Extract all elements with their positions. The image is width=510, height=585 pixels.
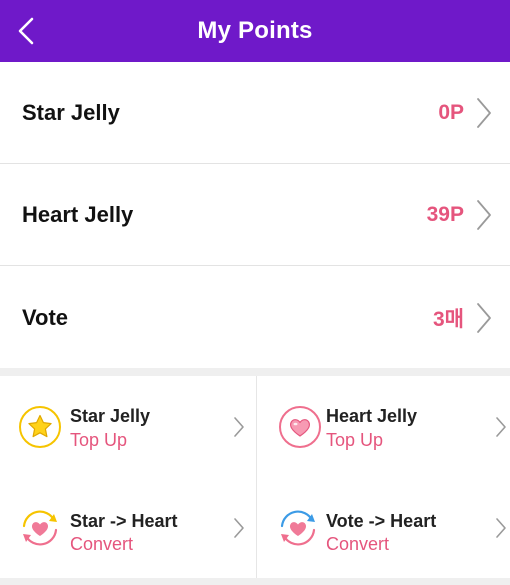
card-subtitle: Convert (326, 534, 390, 554)
star-to-heart-convert-icon (22, 510, 58, 545)
page-title: My Points (197, 17, 313, 44)
bottom-divider (0, 578, 510, 585)
vote-to-heart-convert-icon (280, 510, 316, 545)
chevron-right-icon (477, 303, 491, 333)
points-row-label: Vote (22, 305, 69, 330)
points-row-label: Star Jelly (22, 99, 120, 125)
section-divider (0, 368, 510, 376)
card-title: Vote -> Heart (326, 511, 437, 531)
card-subtitle: Top Up (326, 430, 384, 450)
chevron-right-icon (496, 517, 506, 538)
points-row-value: 39P (426, 202, 464, 226)
star-to-heart-convert-button[interactable]: Star -> Heart Convert (0, 477, 255, 578)
card-subtitle: Top Up (70, 430, 128, 450)
action-grid: Star Jelly Top Up Heart Jelly Top Up Sta… (0, 376, 510, 578)
card-title: Heart Jelly (326, 406, 418, 426)
chevron-right-icon (234, 517, 244, 538)
card-title: Star -> Heart (70, 511, 178, 531)
points-list: Star Jelly 0P Heart Jelly 39P Vote 3매 (0, 62, 510, 370)
vote-to-heart-convert-button[interactable]: Vote -> Heart Convert (256, 477, 510, 578)
chevron-right-icon (496, 416, 506, 437)
chevron-right-icon (477, 199, 491, 230)
card-subtitle: Convert (70, 534, 134, 554)
points-row-value: 3매 (433, 308, 464, 331)
star-jelly-top-up-button[interactable]: Star Jelly Top Up (0, 376, 255, 477)
heart-jelly-top-up-button[interactable]: Heart Jelly Top Up (256, 376, 510, 477)
chevron-right-icon (234, 416, 244, 437)
points-row-heart-jelly[interactable]: Heart Jelly 39P (0, 164, 510, 266)
app-header: My Points (0, 0, 510, 62)
star-jelly-icon (19, 405, 61, 448)
heart-jelly-icon (279, 405, 321, 448)
points-row-value: 0P (438, 100, 464, 124)
chevron-right-icon (477, 97, 491, 128)
points-row-star-jelly[interactable]: Star Jelly 0P (0, 62, 510, 164)
points-row-vote[interactable]: Vote 3매 (0, 266, 510, 370)
points-row-label: Heart Jelly (22, 201, 134, 227)
card-title: Star Jelly (70, 406, 151, 426)
